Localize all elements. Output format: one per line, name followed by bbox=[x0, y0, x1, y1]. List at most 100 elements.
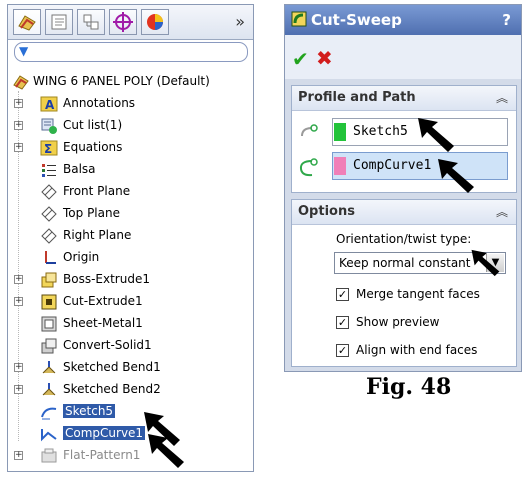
tab-configuration-manager[interactable] bbox=[77, 9, 105, 35]
sketched-bend-icon bbox=[42, 361, 56, 374]
profile-icon bbox=[301, 124, 318, 137]
tree-item-label: Origin bbox=[63, 250, 100, 264]
property-manager-titlebar: Cut-Sweep ? bbox=[285, 5, 521, 35]
expand-icon[interactable]: + bbox=[14, 99, 23, 108]
tree-item-label: Sketched Bend2 bbox=[63, 382, 161, 396]
ok-check-icon[interactable]: ✔ bbox=[292, 47, 309, 71]
tree-root[interactable]: WING 6 PANEL POLY (Default) bbox=[8, 71, 253, 93]
expand-icon[interactable]: + bbox=[14, 363, 23, 372]
more-tabs-chevron-icon[interactable]: » bbox=[235, 12, 245, 31]
tab-property-manager[interactable] bbox=[45, 9, 73, 35]
figure-caption: Fig. 48 bbox=[366, 374, 452, 400]
path-color-swatch bbox=[334, 157, 346, 175]
path-value: CompCurve1 bbox=[353, 158, 432, 173]
convert-solid-icon bbox=[41, 338, 57, 354]
options-group: Options ︽ Orientation/twist type: Keep n… bbox=[291, 199, 517, 367]
material-icon bbox=[42, 164, 56, 177]
feature-manager-panel: » ▼ WING 6 PANEL POLY (Default) + A Anno… bbox=[7, 4, 254, 472]
tree-item-annotations[interactable]: + A Annotations bbox=[8, 93, 253, 115]
tree-item-label: CompCurve1 bbox=[63, 426, 146, 440]
equations-icon: Σ bbox=[40, 140, 58, 156]
tree-item-cut-list[interactable]: + Cut list(1) bbox=[8, 115, 253, 137]
svg-text:Σ: Σ bbox=[44, 142, 52, 156]
tree-item-origin[interactable]: Origin bbox=[8, 247, 253, 269]
tree-item-material[interactable]: Balsa bbox=[8, 159, 253, 181]
tree-item-right-plane[interactable]: Right Plane bbox=[8, 225, 253, 247]
feature-manager-icon bbox=[18, 15, 36, 31]
tree-item-label: Flat-Pattern1 bbox=[63, 448, 141, 462]
sketch-icon bbox=[41, 407, 57, 420]
configuration-manager-icon bbox=[83, 14, 99, 30]
tree-item-label: Convert-Solid1 bbox=[63, 338, 152, 352]
property-manager-icon bbox=[51, 14, 67, 30]
dimxpert-icon bbox=[113, 12, 133, 32]
filter-icon: ▼ bbox=[19, 44, 29, 58]
tree-item-label: Front Plane bbox=[63, 184, 131, 198]
checkbox-label: Align with end faces bbox=[356, 343, 478, 357]
profile-and-path-group: Profile and Path ︽ Sketch5 CompCurve1 bbox=[291, 85, 517, 193]
expand-icon[interactable]: + bbox=[14, 451, 23, 460]
tree-item-label: Sketched Bend1 bbox=[63, 360, 161, 374]
tree-item-label: Sketch5 bbox=[63, 404, 116, 418]
group-heading: Profile and Path bbox=[298, 90, 416, 105]
tree-item-sheet-metal1[interactable]: Sheet-Metal1 bbox=[8, 313, 253, 335]
sheet-metal-icon bbox=[41, 316, 57, 332]
svg-text:A: A bbox=[45, 98, 55, 112]
expand-icon[interactable]: + bbox=[14, 121, 23, 130]
tree-item-top-plane[interactable]: Top Plane bbox=[8, 203, 253, 225]
tree-item-label: Cut list(1) bbox=[63, 118, 123, 132]
tree-item-label: Sheet-Metal1 bbox=[63, 316, 143, 330]
origin-icon bbox=[45, 251, 56, 264]
profile-value: Sketch5 bbox=[353, 124, 408, 139]
plane-icon bbox=[41, 184, 57, 200]
align-end-faces-checkbox[interactable]: ✓ bbox=[336, 344, 349, 357]
path-selection-box[interactable]: CompCurve1 bbox=[332, 152, 508, 180]
pointer-arrow-icon bbox=[148, 434, 184, 468]
flat-pattern-icon bbox=[41, 448, 57, 463]
tab-display-manager[interactable] bbox=[141, 9, 169, 35]
property-manager-title: Cut-Sweep bbox=[311, 11, 402, 29]
display-manager-icon bbox=[147, 14, 163, 30]
path-icon bbox=[299, 158, 318, 177]
cancel-x-icon[interactable]: ✖ bbox=[316, 46, 333, 70]
cut-sweep-icon bbox=[291, 11, 307, 27]
cut-list-icon bbox=[41, 118, 57, 134]
help-icon[interactable]: ? bbox=[502, 11, 511, 29]
profile-and-path-header[interactable]: Profile and Path ︽ bbox=[292, 86, 516, 111]
tree-item-front-plane[interactable]: Front Plane bbox=[8, 181, 253, 203]
annotations-icon: A bbox=[40, 96, 58, 112]
pointer-arrow-icon bbox=[471, 249, 500, 277]
expand-icon[interactable]: + bbox=[14, 275, 23, 284]
tree-item-convert-solid1[interactable]: Convert-Solid1 bbox=[8, 335, 253, 357]
tab-dimxpert-manager[interactable] bbox=[109, 9, 137, 35]
tree-filter-input[interactable]: ▼ bbox=[14, 42, 248, 62]
expand-icon[interactable]: + bbox=[14, 143, 23, 152]
tab-feature-manager[interactable] bbox=[13, 9, 41, 35]
collapse-chevron-icon[interactable]: ︽ bbox=[496, 203, 508, 220]
tree-item-flat-pattern1[interactable]: + Flat-Pattern1 bbox=[8, 445, 253, 467]
tree-item-equations[interactable]: + Σ Equations bbox=[8, 137, 253, 159]
boss-extrude-icon bbox=[41, 272, 57, 288]
tree-item-label: Cut-Extrude1 bbox=[63, 294, 143, 308]
tree-item-label: Boss-Extrude1 bbox=[63, 272, 150, 286]
tree-item-label: Top Plane bbox=[63, 206, 120, 220]
tree-item-label: Equations bbox=[63, 140, 123, 154]
tree-item-cut-extrude1[interactable]: + Cut-Extrude1 bbox=[8, 291, 253, 313]
tree-item-compcurve1[interactable]: CompCurve1 bbox=[8, 423, 253, 445]
part-name: WING 6 PANEL POLY (Default) bbox=[33, 74, 210, 88]
collapse-chevron-icon[interactable]: ︽ bbox=[496, 89, 508, 106]
show-preview-checkbox[interactable]: ✓ bbox=[336, 316, 349, 329]
merge-tangent-checkbox[interactable]: ✓ bbox=[336, 288, 349, 301]
pointer-arrow-icon bbox=[418, 118, 454, 152]
tree-item-sketched-bend1[interactable]: + Sketched Bend1 bbox=[8, 357, 253, 379]
expand-icon[interactable]: + bbox=[14, 297, 23, 306]
tree-item-sketch5[interactable]: Sketch5 bbox=[8, 401, 253, 423]
tree-item-label: Right Plane bbox=[63, 228, 132, 242]
orientation-value: Keep normal constant bbox=[339, 256, 471, 270]
expand-icon[interactable]: + bbox=[14, 385, 23, 394]
options-header[interactable]: Options ︽ bbox=[292, 200, 516, 225]
plane-icon bbox=[41, 228, 57, 244]
tree-item-sketched-bend2[interactable]: + Sketched Bend2 bbox=[8, 379, 253, 401]
manager-tabs: » bbox=[8, 5, 253, 40]
tree-item-boss-extrude1[interactable]: + Boss-Extrude1 bbox=[8, 269, 253, 291]
